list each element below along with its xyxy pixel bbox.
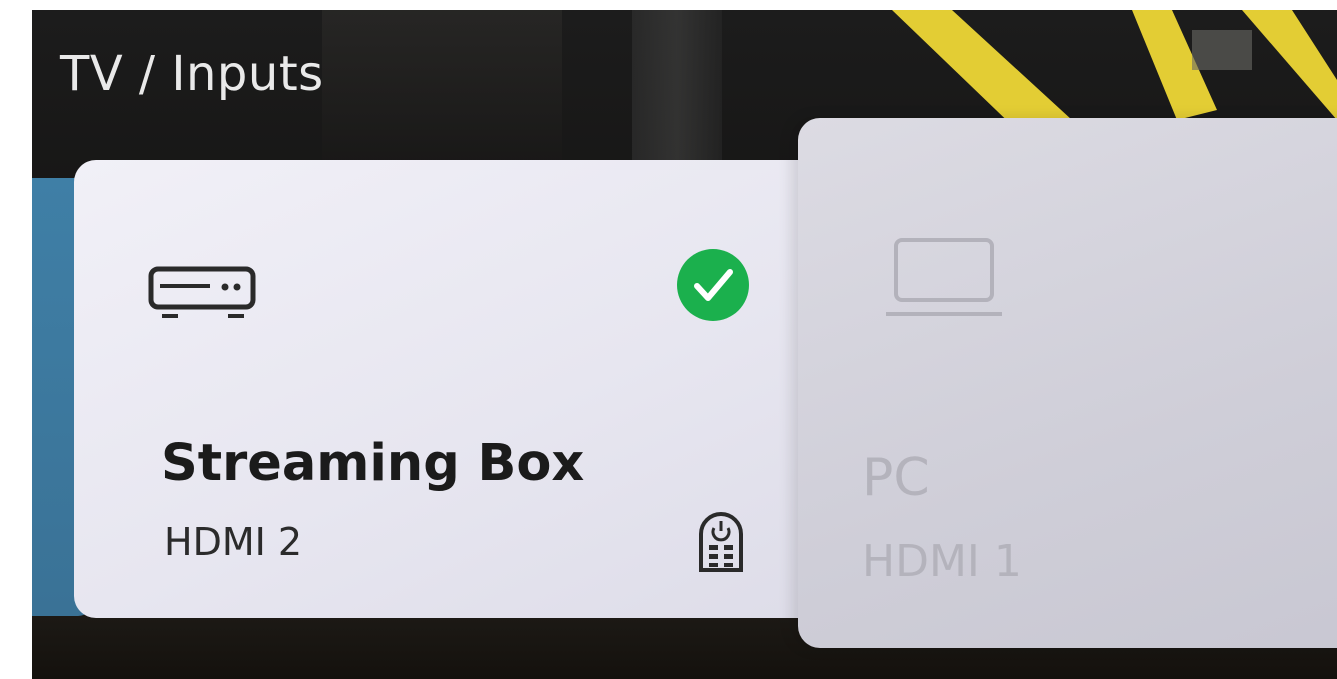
input-name: PC bbox=[862, 448, 930, 508]
tv-screen: TV / Inputs Streaming Box HDMI 2 PC HDMI… bbox=[32, 10, 1337, 679]
input-name: Streaming Box bbox=[161, 434, 585, 493]
input-port: HDMI 2 bbox=[164, 520, 303, 564]
input-card-streaming-box[interactable]: Streaming Box HDMI 2 bbox=[74, 160, 874, 618]
input-card-pc[interactable]: PC HDMI 1 bbox=[798, 118, 1337, 648]
page-title: TV / Inputs bbox=[60, 46, 324, 102]
checkmark-icon bbox=[676, 248, 750, 326]
input-port: HDMI 1 bbox=[862, 536, 1022, 587]
background-shape bbox=[322, 10, 562, 160]
monitor-icon bbox=[886, 234, 1002, 330]
top-border bbox=[705, 0, 1305, 10]
remote-control-icon bbox=[695, 512, 747, 578]
set-top-box-icon bbox=[148, 266, 256, 326]
background-shape bbox=[632, 10, 722, 160]
